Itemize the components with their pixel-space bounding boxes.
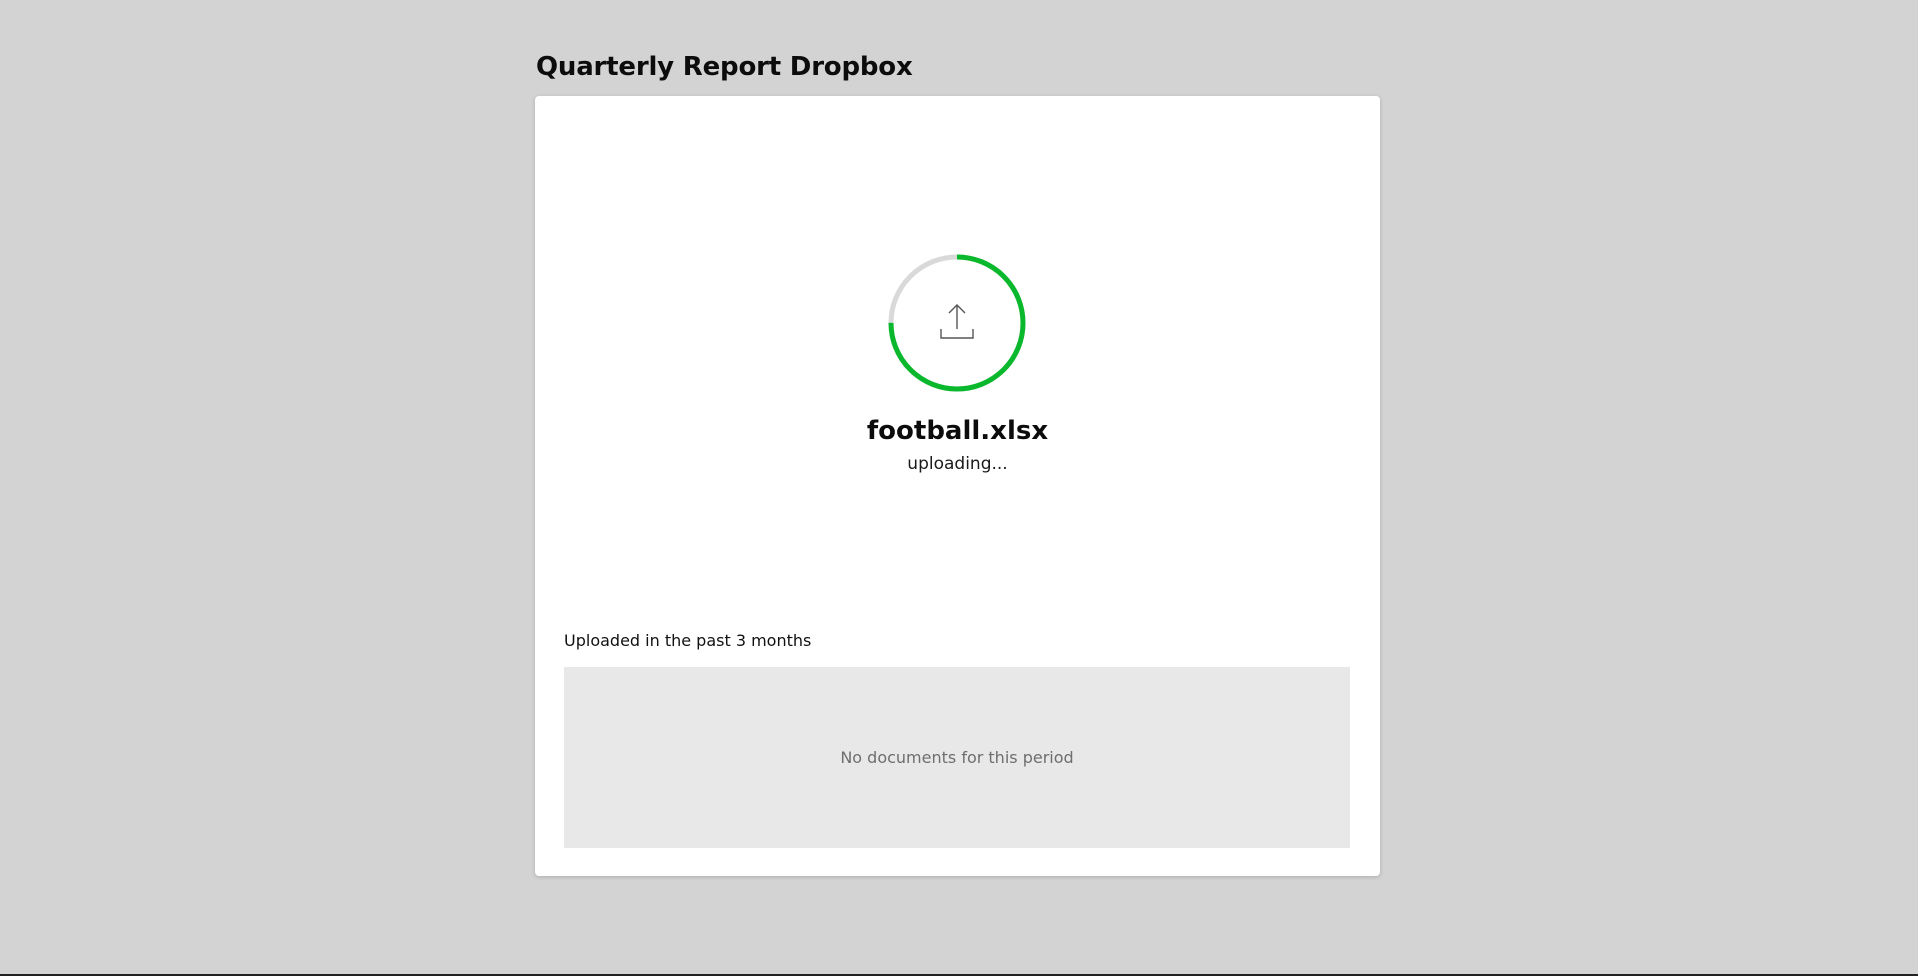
empty-state-message: No documents for this period xyxy=(840,748,1074,767)
upload-status-text: uploading... xyxy=(907,454,1008,474)
upload-dropzone[interactable]: football.xlsx uploading... xyxy=(535,96,1380,616)
dropbox-card: football.xlsx uploading... Uploaded in t… xyxy=(535,96,1380,876)
recent-uploads-label: Uploaded in the past 3 months xyxy=(564,631,812,650)
recent-uploads-list: No documents for this period xyxy=(564,667,1350,848)
upload-icon xyxy=(940,304,974,339)
uploading-file-name: football.xlsx xyxy=(866,416,1049,446)
page-title: Quarterly Report Dropbox xyxy=(536,52,913,82)
